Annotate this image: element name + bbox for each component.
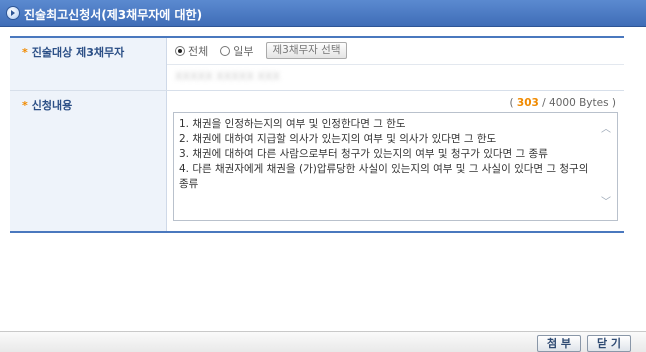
textarea-content: 1. 채권을 인정하는지의 여부 및 인정한다면 그 한도 2. 채권에 대하여… (179, 117, 597, 192)
blurred-debtor-value: XXXXX XXXXX XXX (175, 70, 280, 83)
debtor-label-cell: * 진술대상 제3채무자 (10, 38, 167, 90)
counter-close: ) (608, 97, 616, 109)
select-debtor-button[interactable]: 제3채무자 선택 (265, 42, 348, 59)
counter-separator: / (538, 97, 550, 109)
radio-all[interactable] (175, 45, 185, 56)
content-value-cell: ( 303 / 4000 Bytes ) 1. 채권을 인정하는지의 여부 및 … (167, 91, 624, 231)
title-bullet-icon (7, 7, 19, 19)
window-title: 진술최고신청서(제3채무자에 대한) (24, 8, 203, 22)
scroll-down-icon[interactable]: ﹀ (601, 198, 611, 208)
debtor-value-cell: 전체 일부 제3채무자 선택 XXXXX XXXXX XXX (167, 38, 624, 90)
content-line: 4. 다른 채권자에게 채권을 (가)압류당한 사실이 있는지의 여부 및 그 … (179, 163, 589, 190)
bottom-bar: 첨 부 닫 기 (0, 331, 646, 352)
scroll-up-icon[interactable]: ︿ (601, 125, 611, 135)
content-line: 1. 채권을 인정하는지의 여부 및 인정한다면 그 한도 (179, 118, 406, 130)
inner-divider (167, 64, 624, 65)
radio-partial[interactable] (220, 45, 231, 56)
title-bar: 진술최고신청서(제3채무자에 대한) (0, 0, 646, 27)
request-form: * 진술대상 제3채무자 전체 일부 제3채무자 선택 XXXXX XXXXX X… (10, 36, 624, 233)
content-row: * 신청내용 ( 303 / 4000 Bytes ) 1. 채권을 인정하는지의… (10, 91, 624, 231)
content-label: 신청내용 (31, 99, 73, 112)
content-label-cell: * 신청내용 (10, 91, 167, 231)
counter-open: ( (509, 97, 517, 109)
attach-button[interactable]: 첨 부 (537, 335, 581, 352)
content-textarea[interactable]: 1. 채권을 인정하는지의 여부 및 인정한다면 그 한도 2. 채권에 대하여… (173, 112, 618, 221)
debtor-row: * 진술대상 제3채무자 전체 일부 제3채무자 선택 XXXXX XXXXX X… (10, 38, 624, 91)
byte-counter: ( 303 / 4000 Bytes ) (509, 97, 616, 109)
content-line: 3. 채권에 대하여 다른 사람으로부터 청구가 있는지의 여부 및 청구가 있… (179, 148, 548, 160)
close-button[interactable]: 닫 기 (587, 335, 631, 352)
required-star-icon: * (22, 99, 28, 112)
counter-max: 4000 Bytes (549, 97, 609, 109)
required-star-icon: * (22, 46, 28, 59)
radio-all-label[interactable]: 전체 (188, 43, 208, 59)
debtor-options: 전체 일부 제3채무자 선택 (175, 42, 348, 59)
debtor-label: 진술대상 제3채무자 (31, 46, 125, 59)
radio-partial-label[interactable]: 일부 (233, 43, 253, 59)
counter-current: 303 (516, 97, 539, 109)
content-line: 2. 채권에 대하여 지급할 의사가 있는지의 여부 및 의사가 있다면 그 한… (179, 133, 497, 145)
